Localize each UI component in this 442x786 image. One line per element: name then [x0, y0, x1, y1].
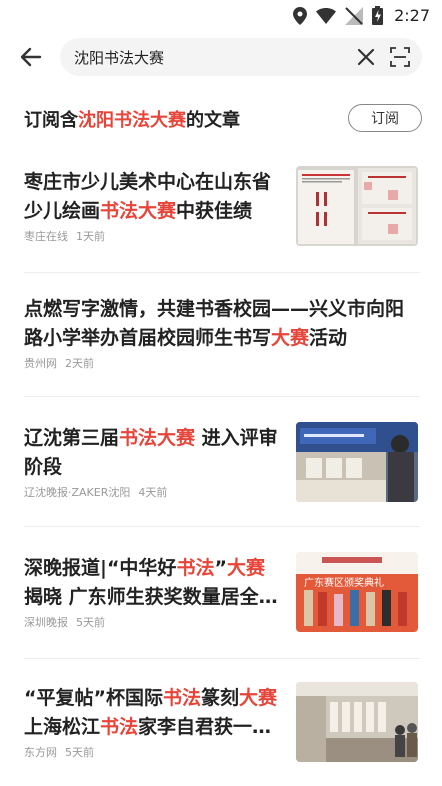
title-text: 上海松江 [24, 716, 101, 738]
article-title: 深晚报道|“中华好书法”大赛揭晓 广东师生获奖数量居全国前列 [24, 554, 282, 612]
divider [24, 526, 420, 527]
certificate-image [296, 166, 418, 246]
article-source: 东方网 [24, 746, 57, 759]
title-highlight: 大赛 [271, 327, 310, 349]
wifi-icon [316, 7, 337, 24]
title-highlight: 大赛 [239, 687, 278, 709]
title-text: 中获佳绩 [176, 200, 253, 222]
article-meta: 贵州网 2天前 [24, 355, 420, 371]
subscribe-suffix: 的文章 [186, 110, 240, 131]
status-bar: 2:27 [0, 0, 442, 32]
thumb-banner-text: 广东赛区颁奖典礼 [304, 576, 384, 589]
article-source: 枣庄在线 [24, 230, 68, 243]
divider [24, 658, 420, 659]
title-text: 揭晓 广东师生获奖数量居全国前列 [24, 586, 278, 608]
divider [24, 272, 420, 273]
battery-charging-icon [372, 6, 384, 25]
scan-button[interactable] [390, 47, 410, 67]
title-highlight: 大赛 [226, 557, 265, 579]
article-title: 辽沈第三届书法大赛 进入评审阶段 [24, 424, 282, 482]
gallery-photo [296, 682, 418, 762]
article-source: 贵州网 [24, 357, 57, 370]
article-title: “平复帖”杯国际书法篆刻大赛上海松江书法家李自君获一等奖 [24, 684, 282, 742]
article-item[interactable]: 辽沈第三届书法大赛 进入评审阶段 辽沈晚报·ZAKER沈阳 4天前 [24, 422, 420, 502]
subscribe-title: 订阅含沈阳书法大赛的文章 [24, 106, 240, 132]
subscribe-row: 订阅含沈阳书法大赛的文章 订阅 [24, 104, 422, 134]
article-thumbnail [296, 166, 418, 246]
article-title: 枣庄市少儿美术中心在山东省少儿绘画书法大赛中获佳绩 [24, 168, 282, 226]
article-item[interactable]: “平复帖”杯国际书法篆刻大赛上海松江书法家李自君获一等奖 东方网5天前 [24, 682, 420, 762]
title-text: 辽沈第三届 [24, 427, 120, 449]
title-text: ” [214, 557, 227, 579]
article-source: 深圳晚报 [24, 616, 68, 629]
article-item[interactable]: 深晚报道|“中华好书法”大赛揭晓 广东师生获奖数量居全国前列 深圳晚报 5天前 广… [24, 552, 420, 632]
article-item[interactable]: 点燃写字激情，共建书香校园——兴义市向阳路小学举办首届校园师生书写大赛活动 贵州… [24, 295, 420, 371]
article-time: 5天前 [76, 616, 105, 629]
article-time: 2天前 [65, 357, 94, 370]
article-thumbnail [296, 422, 418, 502]
exhibition-photo [296, 422, 418, 502]
search-input[interactable]: 沈阳书法大赛 [60, 38, 422, 76]
subscribe-prefix: 订阅含 [24, 110, 78, 131]
award-ceremony-photo: 广东赛区颁奖典礼 [296, 552, 418, 632]
article-time: 1天前 [76, 230, 105, 243]
arrow-left-icon [20, 47, 42, 67]
title-highlight: 书法大赛 [100, 200, 177, 222]
search-query: 沈阳书法大赛 [74, 49, 165, 67]
status-icons: 2:27 [293, 6, 430, 25]
close-icon [357, 48, 375, 66]
title-highlight: 书法 [162, 687, 201, 709]
article-time: 4天前 [138, 486, 168, 499]
subscribe-keyword: 沈阳书法大赛 [78, 110, 186, 131]
article-time: 5天前 [65, 746, 94, 759]
title-text: 深晚报道|“中华好 [24, 557, 177, 579]
scan-icon [390, 47, 410, 67]
article-thumbnail [296, 682, 418, 762]
title-highlight: 书法 [176, 557, 215, 579]
signal-off-icon [345, 6, 364, 25]
article-title: 点燃写字激情，共建书香校园——兴义市向阳路小学举办首届校园师生书写大赛活动 [24, 295, 420, 353]
subscribe-button[interactable]: 订阅 [348, 104, 422, 132]
divider [24, 396, 420, 397]
title-highlight: 书法 [100, 716, 139, 738]
title-text: 篆刻 [201, 687, 240, 709]
article-item[interactable]: 枣庄市少儿美术中心在山东省少儿绘画书法大赛中获佳绩 枣庄在线 1天前 [24, 166, 420, 246]
title-text: 活动 [309, 327, 348, 349]
clear-button[interactable] [356, 47, 376, 67]
title-text: “平复帖”杯国际 [24, 687, 163, 709]
back-button[interactable] [18, 44, 44, 70]
article-thumbnail: 广东赛区颁奖典礼 [296, 552, 418, 632]
location-icon [293, 6, 308, 25]
search-row: 沈阳书法大赛 [0, 38, 442, 76]
status-time: 2:27 [394, 6, 430, 25]
article-source: 辽沈晚报·ZAKER沈阳 [24, 486, 131, 499]
title-highlight: 书法大赛 [119, 427, 196, 449]
